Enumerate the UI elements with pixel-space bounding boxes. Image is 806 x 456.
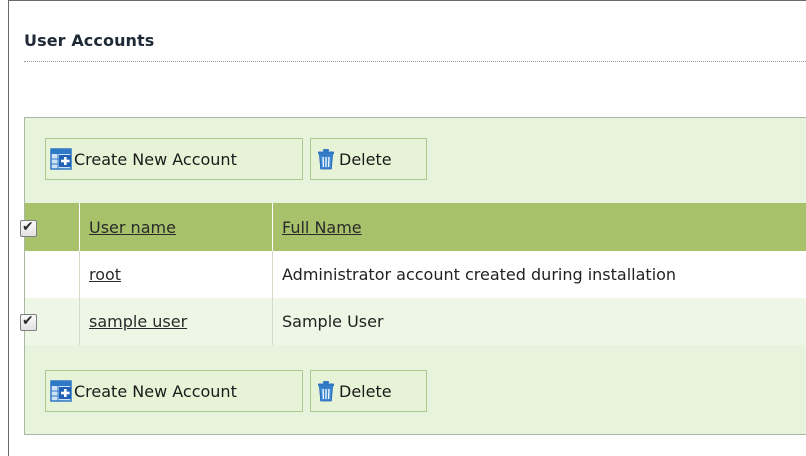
toolbar-bottom: Create New Account Delete	[25, 368, 806, 412]
table-row: ✔ sample user Sample User	[20, 298, 806, 345]
table-row: root Administrator account created durin…	[25, 251, 806, 298]
user-link[interactable]: sample user	[89, 312, 187, 331]
user-link[interactable]: root	[89, 265, 121, 284]
create-account-label: Create New Account	[74, 381, 237, 401]
full-name-header: Full Name	[272, 203, 806, 251]
row-checkbox[interactable]: ✔	[20, 313, 37, 331]
full-name-cell: Sample User	[272, 298, 806, 345]
add-table-icon	[50, 148, 72, 170]
trash-icon	[315, 148, 337, 170]
sort-full-name-link[interactable]: Full Name	[282, 218, 362, 237]
sort-user-name-link[interactable]: User name	[89, 218, 176, 237]
select-all-checkbox[interactable]: ✔	[20, 218, 37, 237]
content-frame: User Accounts Create New Account Delete …	[8, 0, 806, 456]
delete-button[interactable]: Delete	[310, 138, 427, 180]
trash-icon	[315, 380, 337, 402]
create-account-button[interactable]: Create New Account	[45, 138, 303, 180]
check-icon: ✔	[22, 218, 34, 235]
user-name-cell: root	[79, 251, 273, 298]
check-icon: ✔	[22, 313, 34, 329]
user-name-header: User name	[79, 203, 273, 251]
delete-label: Delete	[339, 381, 392, 401]
page-title: User Accounts	[24, 31, 155, 50]
row-select-cell	[25, 251, 80, 298]
delete-button[interactable]: Delete	[310, 370, 427, 412]
create-account-button[interactable]: Create New Account	[45, 370, 303, 412]
row-select-cell: ✔	[20, 298, 80, 345]
table-header-row: ✔ User name Full Name	[20, 203, 806, 251]
toolbar-top: Create New Account Delete	[25, 136, 806, 180]
accounts-table: ✔ User name Full Name root Administrator…	[20, 203, 806, 345]
select-all-cell: ✔	[20, 203, 80, 251]
full-name-cell: Administrator account created during ins…	[272, 251, 806, 298]
title-divider	[24, 61, 806, 62]
user-name-cell: sample user	[79, 298, 273, 345]
accounts-panel: Create New Account Delete ✔ User name Fu…	[20, 117, 806, 435]
add-table-icon	[50, 380, 72, 402]
create-account-label: Create New Account	[74, 149, 237, 169]
delete-label: Delete	[339, 149, 392, 169]
